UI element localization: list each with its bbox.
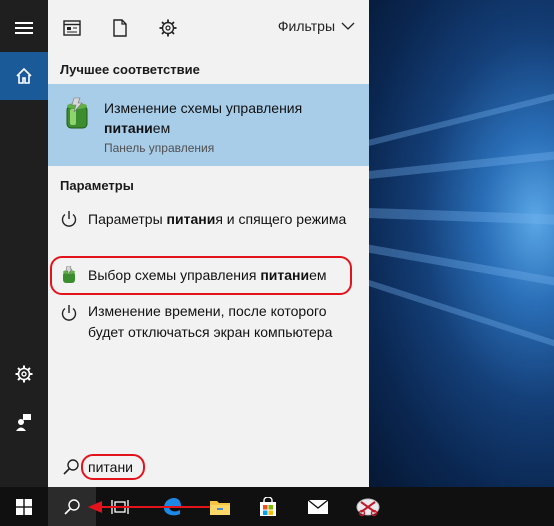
hamburger-icon [15,22,33,34]
document-icon [113,19,127,37]
search-icon [64,498,80,515]
best-match-title-text: Изменение схемы управления [104,100,303,116]
result-text-post: я и спящего режима [215,211,347,227]
annotation-arrow [88,501,210,513]
apps-filter-button[interactable] [60,16,84,40]
search-toolbar: Фильтры [48,0,369,56]
search-results-panel: Фильтры Лучшее соответствие Изменение сх… [48,0,369,487]
windows-logo-icon [16,498,32,515]
folder-icon [210,500,230,515]
feedback-button[interactable] [0,398,48,446]
best-match-subtitle: Панель управления [104,141,215,155]
search-annotation-oval [81,454,145,480]
start-button[interactable] [0,487,48,526]
taskbar [0,487,554,526]
filters-label: Фильтры [277,18,335,34]
scissors-app-icon [356,498,380,516]
chevron-down-icon [341,22,355,30]
settings-heading: Параметры [60,178,134,193]
settings-result-text: Параметры питания и спящего режима [88,209,363,230]
power-options-icon [66,97,88,129]
settings-filter-button[interactable] [156,16,180,40]
start-left-rail [0,0,48,487]
home-icon [16,67,32,84]
best-match-heading: Лучшее соответствие [60,62,200,77]
best-match-title-rest: ем [152,120,171,136]
snipping-tool-button[interactable] [344,487,392,526]
filters-dropdown[interactable]: Фильтры [278,18,355,34]
best-match-result[interactable]: Изменение схемы управления питанием Пане… [48,84,369,166]
search-icon [63,459,79,475]
result-text-pre: Параметры [88,211,167,227]
power-icon [61,211,77,227]
result-text-match: питани [166,211,216,227]
power-icon [61,305,77,321]
hamburger-menu-button[interactable] [0,4,48,52]
person-feedback-icon [16,414,31,431]
mail-icon [307,498,329,514]
gear-icon [15,365,33,383]
result-text-pre: Изменение времени, после которого будет … [88,303,333,340]
documents-filter-button[interactable] [108,16,132,40]
best-match-title-match: питани [104,120,153,136]
best-match-title: Изменение схемы управления питанием [104,98,354,138]
store-bag-icon [260,496,276,516]
settings-result-text: Изменение времени, после которого будет … [88,301,363,343]
settings-button[interactable] [0,350,48,398]
store-button[interactable] [244,487,292,526]
settings-result-screen-timeout[interactable]: Изменение времени, после которого будет … [48,300,369,346]
desktop-wallpaper [369,0,554,487]
settings-result-power-sleep[interactable]: Параметры питания и спящего режима [48,206,369,252]
mail-button[interactable] [294,487,342,526]
window-icon [63,20,81,36]
highlight-annotation-oval [50,256,352,295]
home-button[interactable] [0,52,48,100]
gear-icon [159,19,177,37]
